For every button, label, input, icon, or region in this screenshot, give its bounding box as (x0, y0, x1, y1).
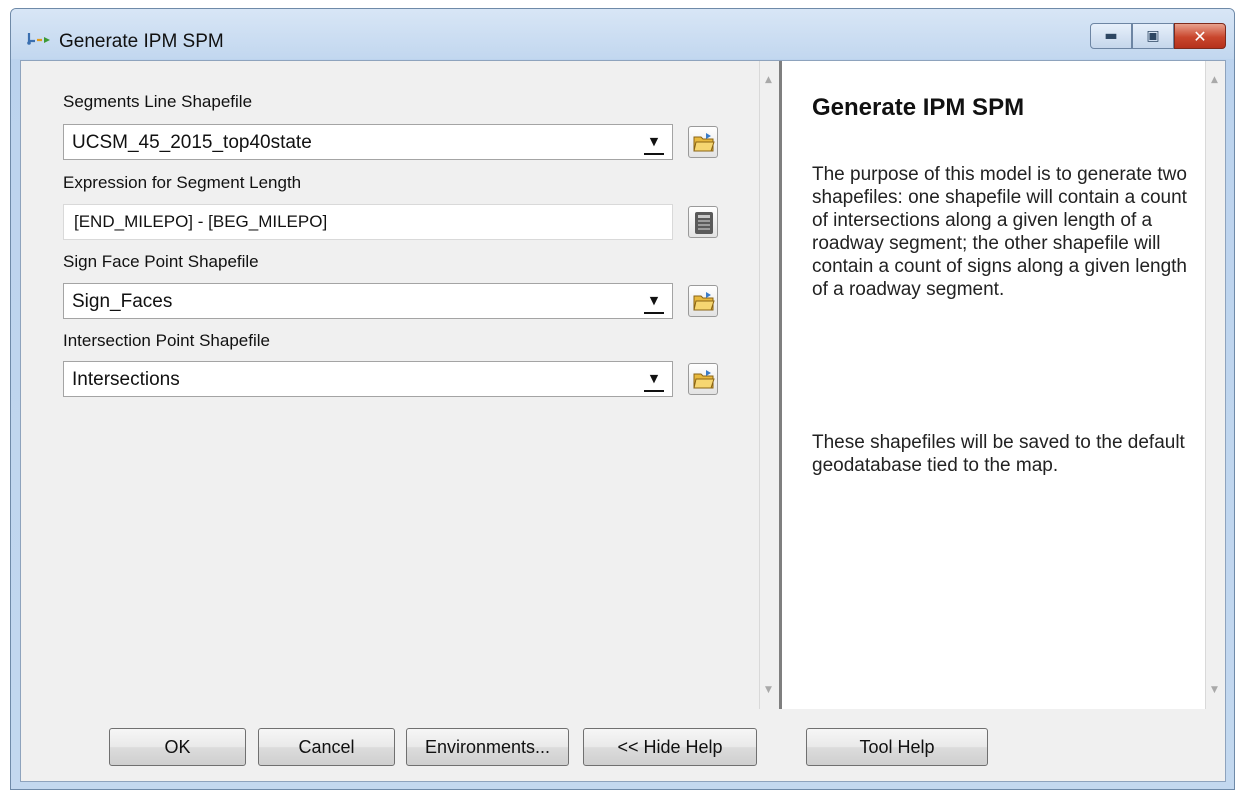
sign-face-shapefile-combo[interactable]: Sign_Faces ▼ (63, 283, 673, 319)
browse-sign-face-button[interactable] (688, 285, 718, 317)
close-button[interactable]: ✕ (1174, 23, 1226, 49)
segment-length-expression-value: [END_MILEPO] - [BEG_MILEPO] (74, 212, 328, 231)
chevron-down-icon[interactable]: ▼ (644, 370, 664, 392)
tool-dialog-window: Generate IPM SPM ▬ ▣ ✕ Segments Line Sha… (10, 8, 1235, 790)
segments-shapefile-value: UCSM_45_2015_top40state (72, 132, 312, 153)
help-pane: Generate IPM SPM The purpose of this mod… (782, 61, 1225, 709)
chevron-down-icon[interactable]: ▼ (644, 292, 664, 314)
title-bar[interactable]: Generate IPM SPM ▬ ▣ ✕ (11, 9, 1234, 59)
intersection-shapefile-combo[interactable]: Intersections ▼ (63, 361, 673, 397)
help-scrollbar[interactable]: ▲ ▼ (1205, 61, 1225, 709)
hide-help-button[interactable]: << Hide Help (583, 728, 757, 766)
param-label-segments: Segments Line Shapefile (63, 92, 253, 111)
segment-length-expression-input[interactable]: [END_MILEPO] - [BEG_MILEPO] (63, 204, 673, 240)
parameters-pane: Segments Line Shapefile UCSM_45_2015_top… (21, 61, 779, 709)
close-icon: ✕ (1193, 26, 1207, 46)
expression-builder-button[interactable] (688, 206, 718, 238)
minimize-icon: ▬ (1104, 28, 1118, 44)
scroll-down-icon[interactable]: ▼ (765, 685, 772, 695)
ok-button[interactable]: OK (109, 728, 246, 766)
tool-help-button[interactable]: Tool Help (806, 728, 988, 766)
intersection-shapefile-value: Intersections (72, 369, 180, 390)
scroll-down-icon[interactable]: ▼ (1211, 685, 1218, 695)
sign-face-shapefile-value: Sign_Faces (72, 291, 173, 312)
help-paragraph: The purpose of this model is to generate… (812, 164, 1187, 300)
open-folder-icon (693, 292, 715, 311)
maximize-icon: ▣ (1146, 28, 1160, 44)
open-folder-icon (693, 133, 715, 152)
model-tool-icon (27, 33, 50, 45)
segments-shapefile-combo[interactable]: UCSM_45_2015_top40state ▼ (63, 124, 673, 160)
param-label-intersection: Intersection Point Shapefile (63, 331, 270, 350)
parameters-scrollbar[interactable]: ▲ ▼ (759, 61, 779, 709)
minimize-button[interactable]: ▬ (1090, 23, 1132, 49)
cancel-button[interactable]: Cancel (258, 728, 395, 766)
environments-button[interactable]: Environments... (406, 728, 569, 766)
dialog-client-area: Segments Line Shapefile UCSM_45_2015_top… (20, 60, 1226, 782)
window-title: Generate IPM SPM (59, 31, 224, 52)
browse-intersection-button[interactable] (688, 363, 718, 395)
open-folder-icon (693, 370, 715, 389)
scroll-up-icon[interactable]: ▲ (765, 75, 772, 85)
dialog-button-bar: OK Cancel Environments... << Hide Help T… (21, 711, 1225, 781)
maximize-button[interactable]: ▣ (1132, 23, 1174, 49)
help-paragraph: These shapefiles will be saved to the de… (812, 432, 1185, 476)
browse-segments-button[interactable] (688, 126, 718, 158)
help-title: Generate IPM SPM (812, 94, 1025, 121)
window-controls: ▬ ▣ ✕ (1090, 23, 1226, 51)
param-label-sign-face: Sign Face Point Shapefile (63, 252, 259, 271)
param-label-expression: Expression for Segment Length (63, 173, 302, 192)
calculator-icon (695, 212, 713, 234)
scroll-up-icon[interactable]: ▲ (1211, 75, 1218, 85)
chevron-down-icon[interactable]: ▼ (644, 133, 664, 155)
